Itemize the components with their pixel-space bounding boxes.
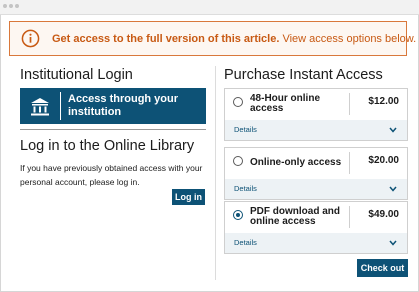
purchase-heading: Purchase Instant Access xyxy=(224,67,383,83)
details-label: Details xyxy=(234,125,257,134)
access-banner: Get access to the full version of this a… xyxy=(9,21,416,56)
window-titlebar xyxy=(0,0,419,15)
online-library-heading: Log in to the Online Library xyxy=(20,138,195,154)
details-label: Details xyxy=(234,238,257,247)
option-divider xyxy=(349,206,350,228)
banner-message: Get access to the full version of this a… xyxy=(52,33,416,46)
option-radio-selected[interactable] xyxy=(233,210,243,220)
banner-strong-text: Get access to the full version of this a… xyxy=(52,33,280,45)
chevron-down-icon xyxy=(389,127,397,133)
option-details-toggle[interactable]: Details xyxy=(225,233,407,253)
banner-rest-text: View access options below. xyxy=(282,33,417,45)
window-control-dot[interactable] xyxy=(3,4,7,8)
institution-access-button[interactable]: Access through your institution xyxy=(20,88,206,124)
details-label: Details xyxy=(234,184,257,193)
window-control-dot[interactable] xyxy=(9,4,13,8)
option-radio[interactable] xyxy=(233,97,243,107)
option-header[interactable]: PDF download and online access $49.00 xyxy=(225,202,407,233)
column-divider xyxy=(215,66,216,280)
option-details-toggle[interactable]: Details xyxy=(225,120,407,140)
purchase-option-pdf-download[interactable]: PDF download and online access $49.00 De… xyxy=(224,201,408,254)
option-header[interactable]: 48-Hour online access $12.00 xyxy=(225,89,407,120)
option-details-toggle[interactable]: Details xyxy=(225,179,407,199)
option-label: 48-Hour online access xyxy=(250,93,321,114)
chevron-down-icon xyxy=(389,240,397,246)
option-price: $20.00 xyxy=(368,155,399,166)
institutional-login-heading: Institutional Login xyxy=(20,67,133,83)
info-icon xyxy=(21,29,40,48)
divider xyxy=(20,129,206,130)
checkout-button[interactable]: Check out xyxy=(357,259,408,277)
purchase-option-48-hour[interactable]: 48-Hour online access $12.00 Details xyxy=(224,88,408,141)
login-button[interactable]: Log in xyxy=(172,189,205,205)
option-label: Online-only access xyxy=(250,157,342,168)
chevron-down-icon xyxy=(389,186,397,192)
option-header[interactable]: Online-only access $20.00 xyxy=(225,148,407,179)
institution-icon xyxy=(31,98,49,116)
option-radio[interactable] xyxy=(233,156,243,166)
option-label: PDF download and online access xyxy=(250,206,340,227)
window-control-dot[interactable] xyxy=(15,4,19,8)
button-separator xyxy=(60,92,61,120)
option-divider xyxy=(349,152,350,174)
option-price: $49.00 xyxy=(368,209,399,220)
option-divider xyxy=(349,93,350,115)
institution-button-label: Access through your institution xyxy=(68,93,179,118)
login-instructions: If you have previously obtained access w… xyxy=(20,163,203,187)
option-price: $12.00 xyxy=(368,96,399,107)
purchase-option-online-only[interactable]: Online-only access $20.00 Details xyxy=(224,147,408,200)
